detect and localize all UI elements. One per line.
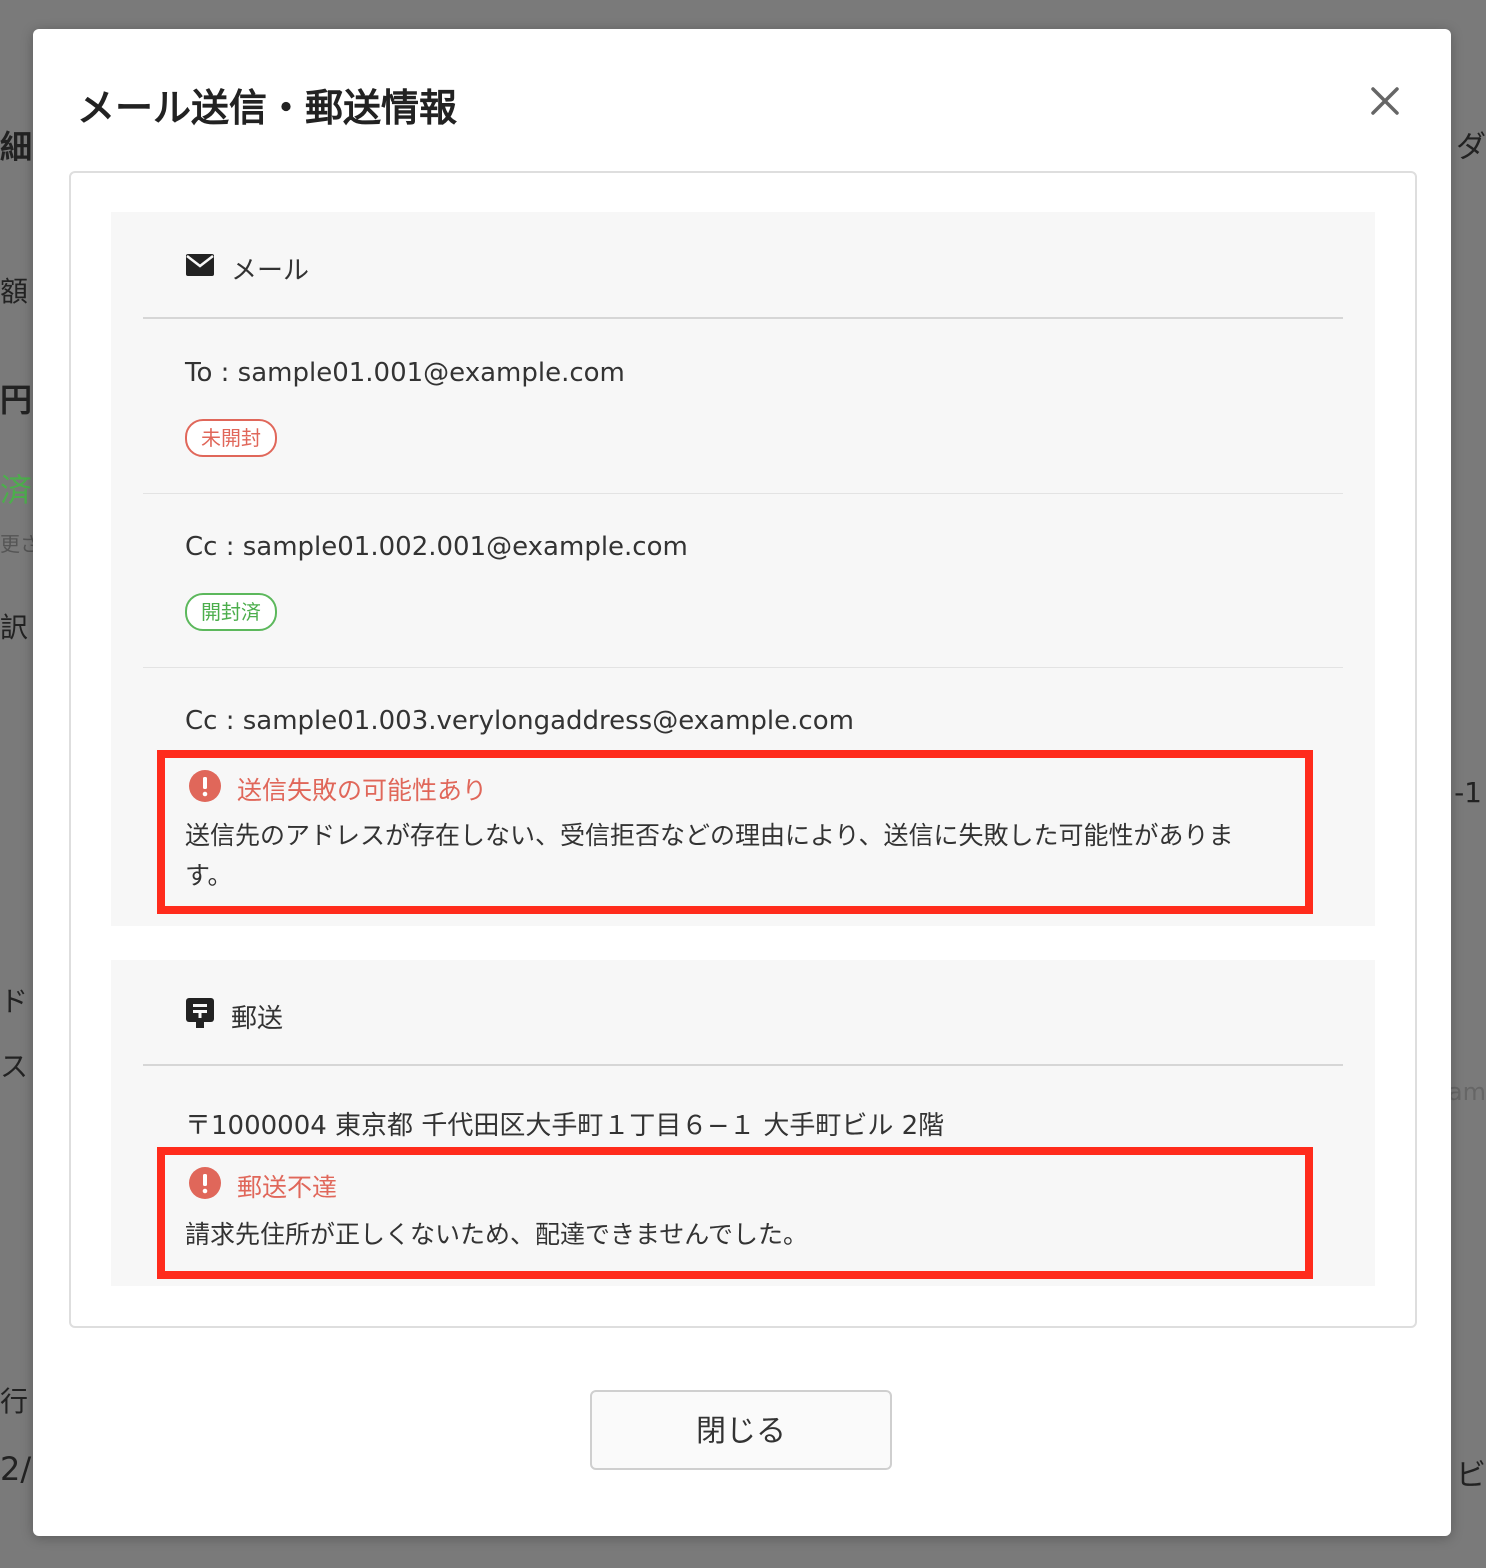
mail-section-header: メール [185, 250, 309, 286]
post-alert-title-row: 郵送不達 [189, 1167, 337, 1205]
row-divider [143, 667, 1343, 668]
status-badge-unopened: 未開封 [185, 419, 277, 457]
post-undeliverable-alert: 郵送不達 請求先住所が正しくないため、配達できませんでした。 [157, 1147, 1313, 1279]
modal-title: メール送信・郵送情報 [77, 86, 458, 130]
post-section-header: 郵送 [185, 997, 284, 1036]
mail-post-info-modal: メール送信・郵送情報 メール To : sample01.001@example… [33, 29, 1451, 1536]
mail-alert-message: 送信先のアドレスが存在しない、受信拒否などの理由により、送信に失敗した可能性があ… [185, 821, 1234, 890]
status-badge-opened: 開封済 [185, 593, 277, 631]
bg-fragment: ド [0, 985, 29, 1018]
close-icon[interactable] [1365, 81, 1405, 121]
envelope-icon [185, 253, 215, 284]
section-divider [143, 317, 1343, 319]
postal-address: 〒1000004 東京都 千代田区大手町１丁目６−１ 大手町ビル 2階 [185, 1111, 945, 1141]
recipient-cc-1: Cc : sample01.002.001@example.com [185, 532, 688, 562]
post-alert-title: 郵送不達 [237, 1173, 338, 1202]
bg-fragment: -1 [1454, 776, 1482, 809]
bg-fragment: 細 [0, 128, 33, 166]
bg-fragment: ダ [1456, 130, 1486, 165]
mail-failure-alert: 送信失敗の可能性あり 送信先のアドレスが存在しない、受信拒否などの理由により、送… [157, 750, 1313, 914]
bg-fragment: ビ [1456, 1458, 1486, 1493]
info-panel: メール To : sample01.001@example.com 未開封 Cc… [69, 171, 1417, 1328]
postal-mailbox-icon [185, 997, 215, 1036]
close-button[interactable]: 閉じる [590, 1390, 892, 1470]
bg-fragment: 円 [0, 381, 33, 419]
mail-alert-title: 送信失敗の可能性あり [237, 776, 488, 805]
exclamation-icon [189, 1167, 221, 1205]
bg-fragment: 行 [0, 1385, 29, 1418]
section-divider [143, 1064, 1343, 1066]
mail-alert-title-row: 送信失敗の可能性あり [189, 770, 487, 808]
bg-fragment: 額 [0, 275, 29, 308]
exclamation-icon [189, 770, 221, 808]
bg-fragment: ス [0, 1050, 29, 1083]
mail-section: メール To : sample01.001@example.com 未開封 Cc… [111, 212, 1375, 926]
post-alert-message: 請求先住所が正しくないため、配達できませんでした。 [185, 1220, 809, 1249]
recipient-to: To : sample01.001@example.com [185, 358, 625, 388]
bg-fragment: 済 [0, 471, 33, 509]
bg-fragment: 訳 [0, 611, 29, 644]
mail-section-title: メール [231, 255, 310, 286]
recipient-cc-2: Cc : sample01.003.verylongaddress@exampl… [185, 706, 854, 736]
post-section: 郵送 〒1000004 東京都 千代田区大手町１丁目６−１ 大手町ビル 2階 郵… [111, 960, 1375, 1286]
post-section-title: 郵送 [231, 1003, 284, 1034]
row-divider [143, 493, 1343, 494]
